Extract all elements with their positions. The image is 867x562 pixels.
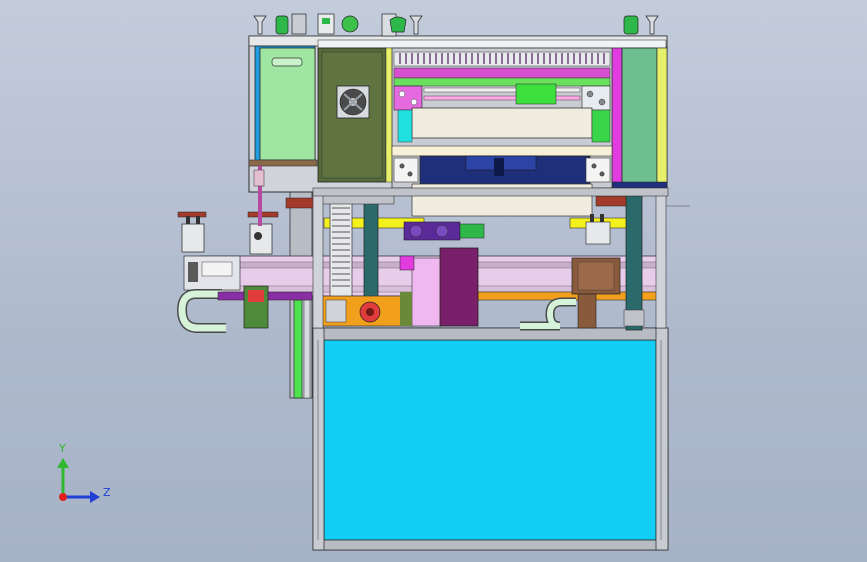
coordinate-triad <box>57 458 100 503</box>
x-axis-dot <box>59 493 67 501</box>
y-axis-arrowhead <box>57 458 69 468</box>
z-axis-label: Z <box>103 486 111 499</box>
cad-viewport[interactable]: Y Z <box>0 0 867 562</box>
z-axis-arrowhead <box>90 491 100 503</box>
y-axis-label: Y <box>59 442 66 455</box>
